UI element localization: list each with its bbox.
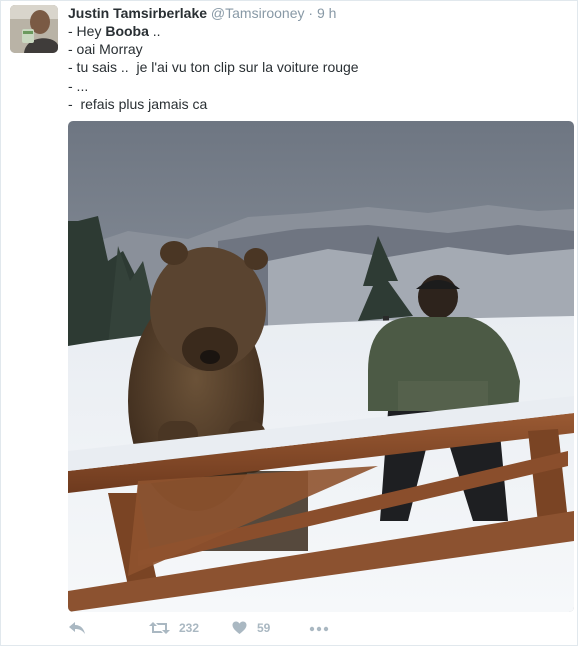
photo-illustration [68,121,574,612]
more-icon [309,626,329,632]
author-name[interactable]: Justin Tamsirberlake [68,5,207,21]
tweet-line-1: - Hey Booba .. [68,22,359,40]
tweet-header: Justin Tamsirberlake @Tamsirooney · 9 h [68,4,336,22]
tweet-text: - Hey Booba .. - oai Morray - tu sais ..… [68,22,359,113]
tweet-line-4: - ... [68,77,89,94]
retweet-icon [149,622,170,634]
tweet-photo[interactable] [68,121,574,612]
tweet-actions: 232 59 [68,621,574,643]
header-separator: · [308,5,314,21]
reply-button[interactable] [68,621,86,635]
tweet-line-1-suffix: .. [148,23,161,39]
tweet-line-1-prefix: - Hey [68,23,106,39]
like-button[interactable]: 59 [232,621,270,635]
avatar-image [10,5,58,53]
like-count: 59 [257,621,271,635]
retweet-button[interactable]: 232 [149,621,199,635]
reply-icon [69,622,85,634]
tweet-line-5: - refais plus jamais ca [68,95,208,112]
tweet-line-3: - tu sais .. je l'ai vu ton clip sur la … [68,59,359,76]
heart-icon [232,621,247,634]
more-button[interactable] [309,626,329,632]
author-handle[interactable]: @Tamsirooney [211,5,305,21]
avatar[interactable] [10,5,58,53]
tweet-line-1-bold: Booba [105,23,149,39]
tweet-timestamp[interactable]: 9 h [317,5,336,21]
tweet-card: Justin Tamsirberlake @Tamsirooney · 9 h … [0,0,578,646]
retweet-count: 232 [179,621,200,635]
tweet-line-2: - oai Morray [68,41,143,58]
